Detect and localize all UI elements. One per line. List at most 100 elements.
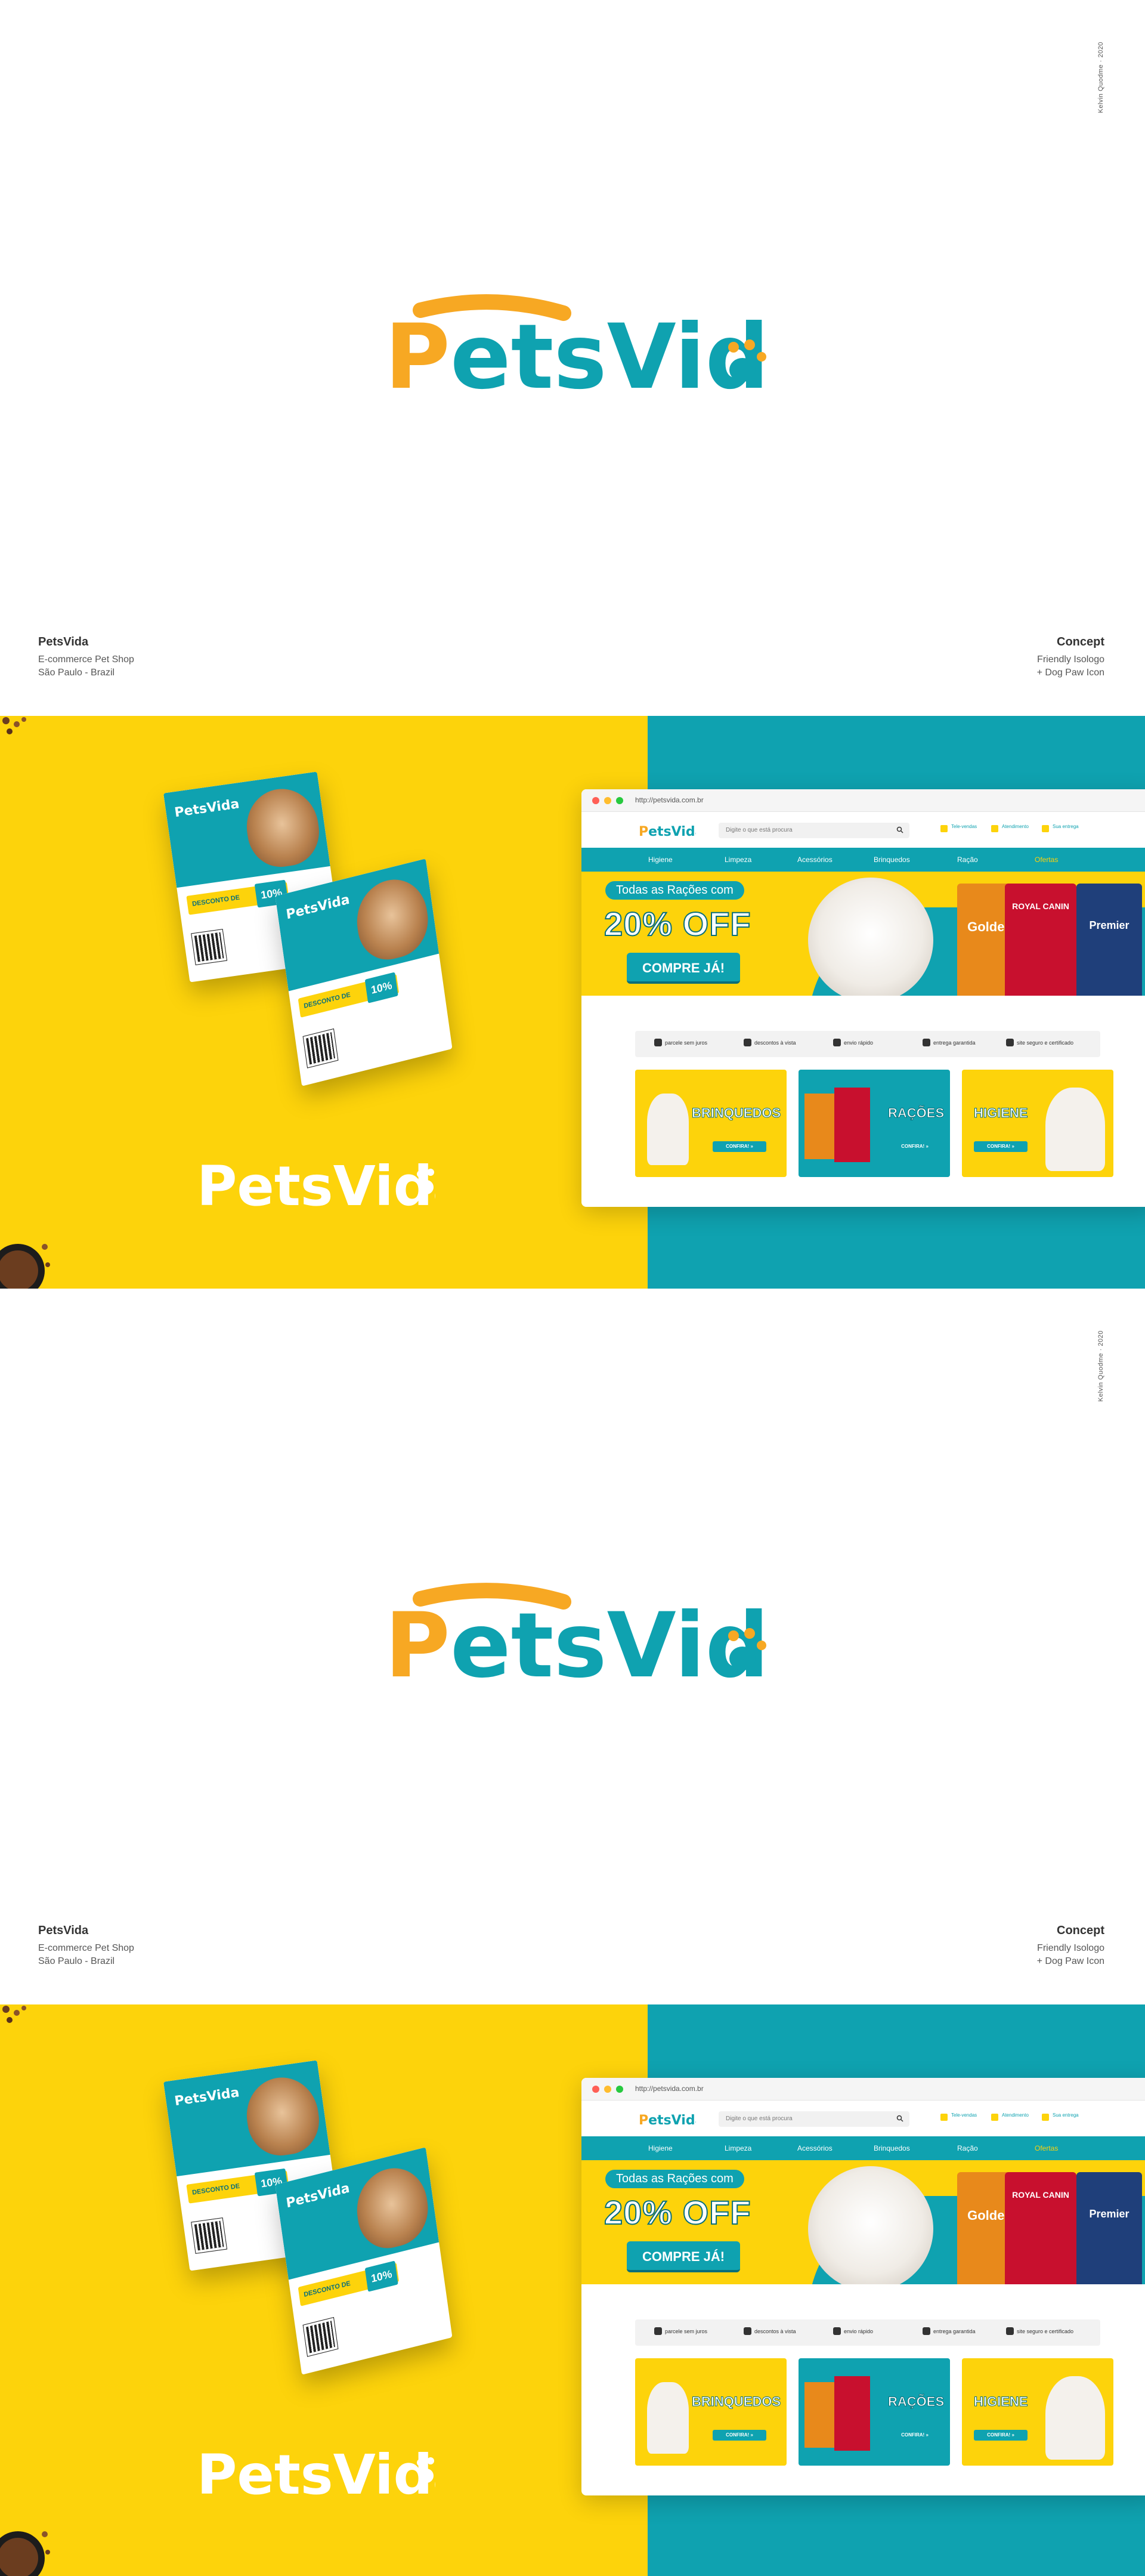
- svg-text:PetsVida: PetsVida: [174, 2085, 240, 2109]
- feature-installments: parcele sem juros: [654, 2327, 707, 2335]
- chat-icon: [991, 825, 998, 832]
- discount-value: 10%: [364, 972, 398, 1003]
- site-logo[interactable]: PetsVida: [639, 820, 696, 841]
- dog-photo: [647, 2382, 689, 2454]
- card-button[interactable]: CONFIRA! »: [713, 2430, 766, 2441]
- category-card-toys[interactable]: BRINQUEDOS CONFIRA! »: [635, 1070, 787, 1177]
- hero-headline: 20% OFF: [604, 2193, 751, 2232]
- category-card-toys[interactable]: BRINQUEDOS CONFIRA! »: [635, 2358, 787, 2466]
- nav-item-acessorios[interactable]: Acessórios: [797, 855, 833, 864]
- header-item-sales[interactable]: Tele-vendas: [940, 824, 977, 832]
- nav-item-higiene[interactable]: Higiene: [648, 855, 673, 864]
- svg-text:PetsVida: PetsVida: [285, 892, 351, 922]
- nav-item-higiene[interactable]: Higiene: [648, 2144, 673, 2152]
- header-item-delivery[interactable]: Sua entrega: [1042, 2112, 1079, 2121]
- maximize-dot-icon[interactable]: [616, 2086, 623, 2093]
- search-icon[interactable]: [896, 826, 903, 833]
- project-info: PetsVida E-commerce Pet Shop São Paulo -…: [38, 1924, 134, 1968]
- main-nav: Higiene Limpeza Acessórios Brinquedos Ra…: [581, 848, 1145, 872]
- beagle-photo: [352, 2160, 433, 2256]
- nav-item-brinquedos[interactable]: Brinquedos: [874, 855, 910, 864]
- mockup-panel-1: PetsVida DESCONTO DE 10% PetsVida DESCON…: [0, 716, 1145, 1289]
- concept-line-1: Friendly Isologo: [1037, 654, 1104, 665]
- concept-title: Concept: [1057, 635, 1104, 648]
- petsvida-logo: PetsVida: [385, 294, 766, 409]
- nav-item-limpeza[interactable]: Limpeza: [725, 2144, 751, 2152]
- project-line-2: São Paulo - Brazil: [38, 1956, 115, 1966]
- truck-icon: [833, 1039, 841, 1046]
- search-input[interactable]: Digite o que está procura: [719, 2111, 909, 2127]
- card-title: BRINQUEDOS: [691, 2394, 781, 2410]
- nav-item-brinquedos[interactable]: Brinquedos: [874, 2144, 910, 2152]
- phone-icon: [940, 825, 948, 832]
- header-item-sales[interactable]: Tele-vendas: [940, 2112, 977, 2121]
- nav-item-ofertas[interactable]: Ofertas: [1035, 2144, 1058, 2152]
- card-title: RAÇÕES: [887, 1105, 945, 1121]
- concept-line-2: + Dog Paw Icon: [1036, 668, 1104, 678]
- site-header: PetsVida Digite o que está procura Tele-…: [581, 812, 1145, 848]
- card-button[interactable]: CONFIRA! »: [713, 1141, 766, 1152]
- maximize-dot-icon[interactable]: [616, 797, 623, 804]
- qr-code-icon: [302, 1028, 339, 1068]
- header-item-support[interactable]: Atendimento: [991, 2112, 1029, 2121]
- flyer-logo: PetsVida: [285, 2180, 351, 2211]
- card-title: HIGIENE: [973, 2394, 1028, 2410]
- feature-guaranteed: entrega garantida: [923, 1039, 976, 1046]
- food-bag: [804, 1094, 834, 1159]
- nav-item-racao[interactable]: Ração: [957, 2144, 978, 2152]
- svg-text:PetsVida: PetsVida: [197, 2443, 435, 2507]
- hero-tag: Todas as Rações com: [605, 881, 744, 900]
- hero-buy-button[interactable]: COMPRE JÁ!: [627, 953, 740, 984]
- bulldog-photo: [808, 2166, 933, 2284]
- category-card-food[interactable]: RAÇÕES CONFIRA! »: [799, 1070, 950, 1177]
- site-logo[interactable]: PetsVida: [639, 2109, 696, 2129]
- close-dot-icon[interactable]: [592, 797, 599, 804]
- search-icon[interactable]: [896, 2115, 903, 2122]
- category-card-hygiene[interactable]: HIGIENE CONFIRA! »: [962, 2358, 1113, 2466]
- card-button[interactable]: CONFIRA! »: [974, 2430, 1028, 2441]
- close-dot-icon[interactable]: [592, 2086, 599, 2093]
- petsvida-logo-white: PetsVida: [197, 1154, 435, 1218]
- card-button[interactable]: CONFIRA! »: [888, 1141, 942, 1152]
- browser-toolbar: http://petsvida.com.br: [581, 789, 1145, 812]
- main-nav: Higiene Limpeza Acessórios Brinquedos Ra…: [581, 2136, 1145, 2160]
- card-button[interactable]: CONFIRA! »: [888, 2430, 942, 2441]
- flyer-back: PetsVida DESCONTO DE 10%: [275, 858, 453, 1086]
- box-icon: [923, 2327, 930, 2335]
- hero-buy-button[interactable]: COMPRE JÁ!: [627, 2241, 740, 2272]
- header-item-support[interactable]: Atendimento: [991, 824, 1029, 832]
- feature-discount: descontos à vista: [744, 1039, 796, 1046]
- category-card-food[interactable]: RAÇÕES CONFIRA! »: [799, 2358, 950, 2466]
- search-input[interactable]: Digite o que está procura: [719, 823, 909, 838]
- flyer-logo: PetsVida: [285, 892, 351, 922]
- nav-item-acessorios[interactable]: Acessórios: [797, 2144, 833, 2152]
- nav-item-limpeza[interactable]: Limpeza: [725, 855, 751, 864]
- bulldog-photo: [808, 878, 933, 996]
- kibble-decoration: [2, 717, 26, 734]
- svg-text:PetsVida: PetsVida: [639, 824, 696, 839]
- nav-item-racao[interactable]: Ração: [957, 855, 978, 864]
- minimize-dot-icon[interactable]: [604, 2086, 611, 2093]
- header-item-delivery[interactable]: Sua entrega: [1042, 824, 1079, 832]
- concept-line-2: + Dog Paw Icon: [1036, 1956, 1104, 1966]
- minimize-dot-icon[interactable]: [604, 797, 611, 804]
- address-bar[interactable]: http://petsvida.com.br: [635, 796, 704, 804]
- address-bar[interactable]: http://petsvida.com.br: [635, 2084, 704, 2093]
- project-info: PetsVida E-commerce Pet Shop São Paulo -…: [38, 635, 134, 679]
- card-title: HIGIENE: [973, 1105, 1028, 1121]
- flyer-back: PetsVida DESCONTO DE 10%: [275, 2147, 453, 2375]
- nav-item-ofertas[interactable]: Ofertas: [1035, 855, 1058, 864]
- feature-secure: site seguro e certificado: [1006, 1039, 1073, 1046]
- hero-tag: Todas as Rações com: [605, 2170, 744, 2188]
- concept-line-1: Friendly Isologo: [1037, 1943, 1104, 1953]
- hero-banner: Todas as Rações com 20% OFF COMPRE JÁ! G…: [581, 2160, 1145, 2284]
- flyer-logo: PetsVida: [174, 2085, 240, 2109]
- truck-icon: [1042, 2114, 1049, 2121]
- truck-icon: [833, 2327, 841, 2335]
- feature-discount: descontos à vista: [744, 2327, 796, 2335]
- category-card-hygiene[interactable]: HIGIENE CONFIRA! »: [962, 1070, 1113, 1177]
- browser-window: http://petsvida.com.br PetsVida Digite o…: [581, 789, 1145, 1207]
- concept-info: Concept Friendly Isologo + Dog Paw Icon: [1037, 635, 1104, 679]
- flyer-logo: PetsVida: [174, 796, 240, 820]
- card-button[interactable]: CONFIRA! »: [974, 1141, 1028, 1152]
